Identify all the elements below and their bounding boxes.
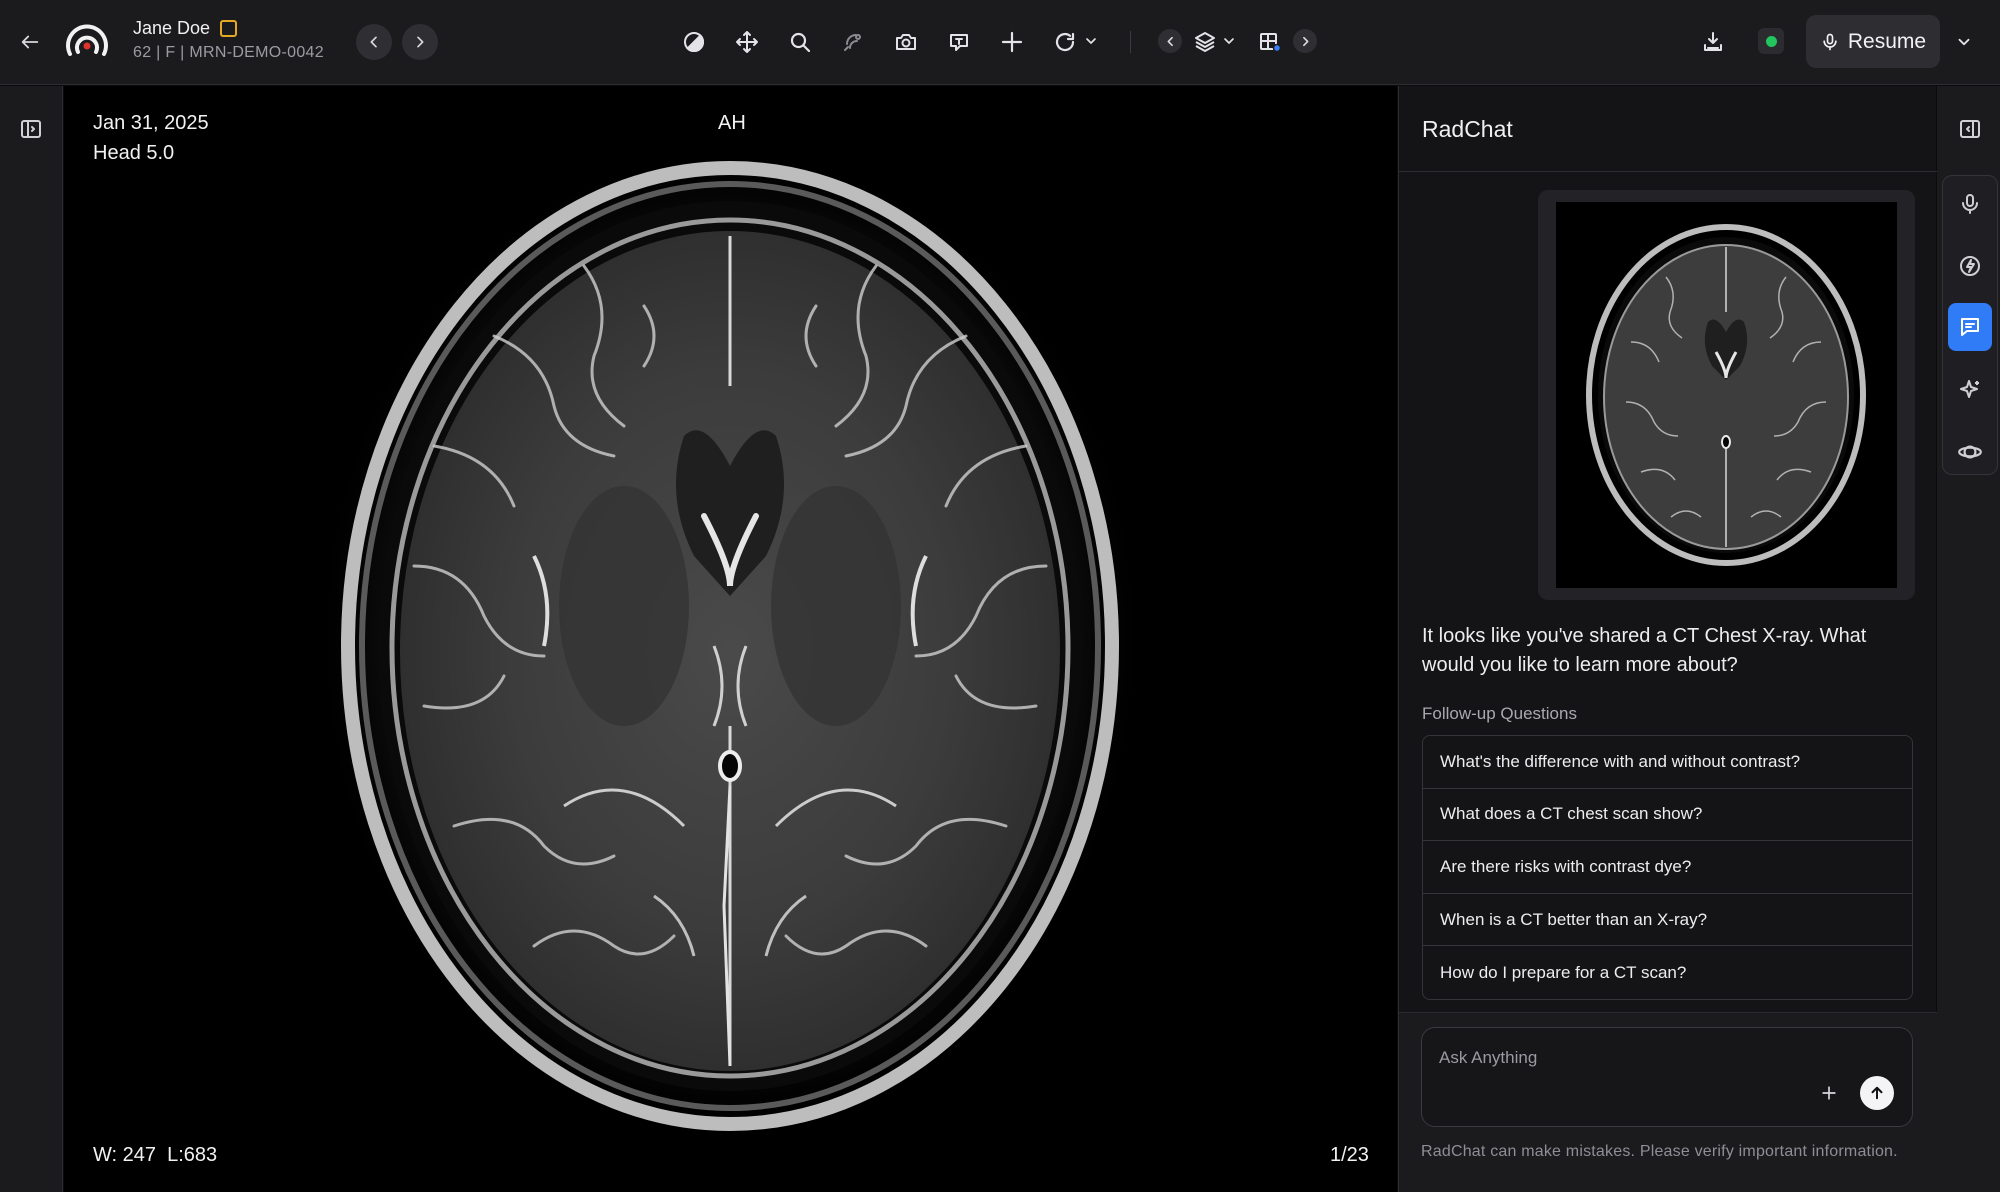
contrast-icon[interactable] bbox=[680, 28, 708, 56]
followup-question[interactable]: What does a CT chest scan show? bbox=[1423, 789, 1912, 842]
radar-logo-icon[interactable] bbox=[64, 18, 110, 64]
disclaimer: RadChat can make mistakes. Please verify… bbox=[1421, 1143, 1898, 1160]
study-date: Jan 31, 2025 bbox=[93, 112, 209, 134]
layers-icon[interactable] bbox=[1191, 28, 1219, 56]
next-series-button[interactable] bbox=[1293, 29, 1317, 53]
rotate-dropdown-chevron-icon[interactable] bbox=[1080, 30, 1102, 52]
expand-sidebar-icon[interactable] bbox=[16, 114, 46, 144]
image-viewer[interactable]: Jan 31, 2025 Head 5.0 AH W: 247 L:683 1/… bbox=[64, 86, 1397, 1192]
resume-label: Resume bbox=[1847, 29, 1927, 53]
segment-icon[interactable] bbox=[839, 28, 867, 56]
chat-composer: RadChat can make mistakes. Please verify… bbox=[1399, 1012, 1937, 1192]
radchat-panel: RadChat It looks like you've shared a CT… bbox=[1398, 86, 1937, 1192]
layers-dropdown-chevron-icon[interactable] bbox=[1218, 30, 1240, 52]
shared-image-message[interactable] bbox=[1538, 190, 1915, 600]
status-dot-icon bbox=[1765, 35, 1777, 47]
shared-image-thumbnail[interactable] bbox=[1556, 202, 1897, 588]
assistant-message: It looks like you've shared a CT Chest X… bbox=[1422, 625, 1867, 676]
patient-flag-icon[interactable] bbox=[220, 20, 237, 37]
followup-label: Follow-up Questions bbox=[1422, 704, 1577, 723]
tool-rail-group bbox=[1942, 175, 1998, 475]
patient-name: Jane Doe bbox=[133, 18, 211, 38]
resume-button[interactable]: Resume bbox=[1806, 15, 1940, 68]
mri-brain-image[interactable] bbox=[64, 86, 1397, 1192]
previous-series-button[interactable] bbox=[1158, 29, 1182, 53]
patient-meta: 62 | F | MRN-DEMO-0042 bbox=[133, 44, 324, 61]
window-level: W: 247 L:683 bbox=[93, 1144, 218, 1166]
zoom-icon[interactable] bbox=[786, 28, 814, 56]
collapse-panel-icon[interactable] bbox=[1955, 114, 1985, 144]
send-button[interactable] bbox=[1860, 1076, 1894, 1110]
mri-thumbnail-image bbox=[1586, 224, 1866, 566]
clock-bolt-icon[interactable] bbox=[1948, 242, 1992, 290]
crosshair-icon[interactable] bbox=[998, 28, 1026, 56]
orientation-marker: AH bbox=[718, 112, 746, 134]
orbit-icon[interactable] bbox=[1948, 428, 1992, 476]
followup-list: What's the difference with and without c… bbox=[1422, 735, 1913, 1000]
add-attachment-icon[interactable] bbox=[1816, 1080, 1842, 1106]
back-arrow-icon[interactable] bbox=[16, 28, 44, 56]
followup-question[interactable]: When is a CT better than an X-ray? bbox=[1423, 894, 1912, 947]
chat-header: RadChat bbox=[1399, 86, 1937, 172]
followup-question[interactable]: How do I prepare for a CT scan? bbox=[1423, 946, 1912, 999]
top-bar: Jane Doe 62 | F | MRN-DEMO-0042 Resume bbox=[0, 0, 2000, 85]
microphone-icon bbox=[1823, 33, 1837, 50]
pan-icon[interactable] bbox=[733, 28, 761, 56]
chat-input-box[interactable] bbox=[1421, 1027, 1913, 1127]
sparkle-icon[interactable] bbox=[1948, 366, 1992, 414]
followup-question[interactable]: Are there risks with contrast dye? bbox=[1423, 841, 1912, 894]
series-description: Head 5.0 bbox=[93, 142, 175, 164]
camera-icon[interactable] bbox=[892, 28, 920, 56]
microphone-icon[interactable] bbox=[1948, 180, 1992, 228]
rotate-icon[interactable] bbox=[1051, 28, 1079, 56]
slice-indicator: 1/23 bbox=[1330, 1144, 1369, 1166]
resume-options-chevron-icon[interactable] bbox=[1950, 28, 1978, 56]
toolbar-divider bbox=[1130, 31, 1131, 53]
previous-patient-button[interactable] bbox=[356, 24, 392, 60]
next-patient-button[interactable] bbox=[402, 24, 438, 60]
chat-title: RadChat bbox=[1422, 116, 1513, 142]
arrow-up-icon bbox=[1871, 1086, 1883, 1100]
connection-status bbox=[1758, 28, 1784, 54]
download-icon[interactable] bbox=[1698, 27, 1728, 57]
chat-input[interactable] bbox=[1439, 1048, 1839, 1068]
right-rail bbox=[1937, 86, 2000, 1192]
layout-icon[interactable] bbox=[1256, 28, 1284, 56]
followup-question[interactable]: What's the difference with and without c… bbox=[1423, 736, 1912, 789]
annotate-icon[interactable] bbox=[945, 28, 973, 56]
left-rail bbox=[0, 86, 63, 1192]
chat-icon[interactable] bbox=[1948, 303, 1992, 351]
